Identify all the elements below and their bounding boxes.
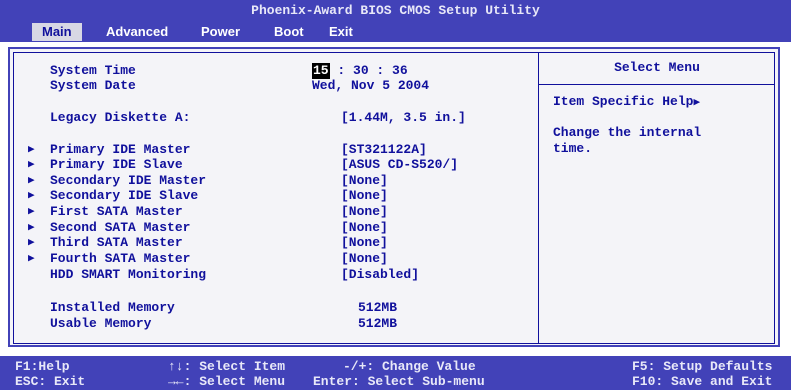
- tab-exit[interactable]: Exit: [319, 23, 363, 41]
- left-right-arrows-icon: →←: [168, 374, 184, 389]
- footer-f1-help: F1:Help: [15, 359, 70, 374]
- hdd-smart-monitoring-value[interactable]: [Disabled]: [341, 267, 419, 283]
- panel-divider: [538, 52, 539, 344]
- footer-save-exit: F10: Save and Exit: [632, 374, 773, 389]
- tab-boot[interactable]: Boot: [264, 23, 314, 41]
- submenu-arrow-icon: ▶: [28, 175, 35, 187]
- legacy-diskette-label: Legacy Diskette A:: [50, 110, 191, 125]
- footer-select-submenu: Enter: Select Sub-menu: [313, 374, 485, 389]
- tab-advanced[interactable]: Advanced: [96, 23, 178, 41]
- help-panel-title: Select Menu: [614, 60, 700, 75]
- footer-select-menu: →←: Select Menu: [168, 374, 286, 389]
- installed-memory-value: 512MB: [358, 300, 398, 315]
- legacy-diskette-value[interactable]: [1.44M, 3.5 in.]: [341, 110, 466, 126]
- tab-power[interactable]: Power: [191, 23, 250, 41]
- submenu-arrow-icon: ▶: [28, 159, 35, 171]
- submenu-arrow-icon: ▶: [28, 237, 35, 249]
- device-secondary-ide-master[interactable]: Secondary IDE Master: [50, 173, 206, 189]
- usable-memory-label: Usable Memory: [50, 316, 152, 331]
- device-primary-ide-slave[interactable]: Primary IDE Slave: [50, 157, 183, 173]
- device-fourth-sata-master[interactable]: Fourth SATA Master: [50, 251, 190, 267]
- device-value[interactable]: [None]: [341, 251, 388, 267]
- installed-memory-label: Installed Memory: [50, 300, 175, 315]
- device-value[interactable]: [None]: [341, 173, 388, 189]
- tab-main[interactable]: Main: [32, 23, 82, 41]
- footer-select-item: ↑↓: Select Item: [168, 359, 286, 374]
- device-value[interactable]: [ST321122A]: [341, 142, 427, 158]
- submenu-arrow-icon: ▶: [28, 253, 35, 265]
- system-time-hour[interactable]: 15: [312, 63, 330, 79]
- footer-esc-exit: ESC: Exit: [15, 374, 86, 389]
- footer-change-value: -/+: Change Value: [343, 359, 476, 374]
- device-third-sata-master[interactable]: Third SATA Master: [50, 235, 183, 251]
- system-date-value[interactable]: Wed, Nov 5 2004: [312, 78, 429, 94]
- device-value[interactable]: [ASUS CD-S520/]: [341, 157, 458, 173]
- menu-bar: Main Advanced Power Boot Exit: [0, 21, 791, 42]
- help-text-line2: time.: [553, 141, 593, 156]
- system-time-label: System Time: [50, 63, 136, 78]
- item-specific-help: Item Specific Help▶: [553, 94, 701, 109]
- device-value[interactable]: [None]: [341, 188, 388, 204]
- device-primary-ide-master[interactable]: Primary IDE Master: [50, 142, 190, 158]
- submenu-arrow-icon: ▶: [28, 206, 35, 218]
- window-title: Phoenix-Award BIOS CMOS Setup Utility: [0, 0, 791, 21]
- submenu-arrow-icon: ▶: [28, 190, 35, 202]
- help-divider: [538, 84, 775, 85]
- footer-setup-defaults: F5: Setup Defaults: [632, 359, 773, 374]
- usable-memory-value: 512MB: [358, 316, 398, 331]
- device-value[interactable]: [None]: [341, 204, 388, 220]
- device-value[interactable]: [None]: [341, 220, 388, 236]
- device-first-sata-master[interactable]: First SATA Master: [50, 204, 183, 220]
- arrow-right-icon: ▶: [693, 97, 701, 109]
- hdd-smart-monitoring-label: HDD SMART Monitoring: [50, 267, 207, 282]
- footer-help-bar: F1:Help ESC: Exit ↑↓: Select Item →←: Se…: [0, 356, 791, 390]
- system-time-field[interactable]: 15 : 30 : 36: [312, 63, 408, 79]
- system-date-label: System Date: [50, 78, 136, 93]
- submenu-arrow-icon: ▶: [28, 144, 35, 156]
- help-text-line1: Change the internal: [553, 125, 702, 140]
- device-value[interactable]: [None]: [341, 235, 388, 251]
- system-time-rest[interactable]: : 30 : 36: [330, 63, 407, 78]
- up-down-arrows-icon: ↑↓: [168, 359, 184, 374]
- submenu-arrow-icon: ▶: [28, 222, 35, 234]
- device-secondary-ide-slave[interactable]: Secondary IDE Slave: [50, 188, 198, 204]
- device-second-sata-master[interactable]: Second SATA Master: [50, 220, 190, 236]
